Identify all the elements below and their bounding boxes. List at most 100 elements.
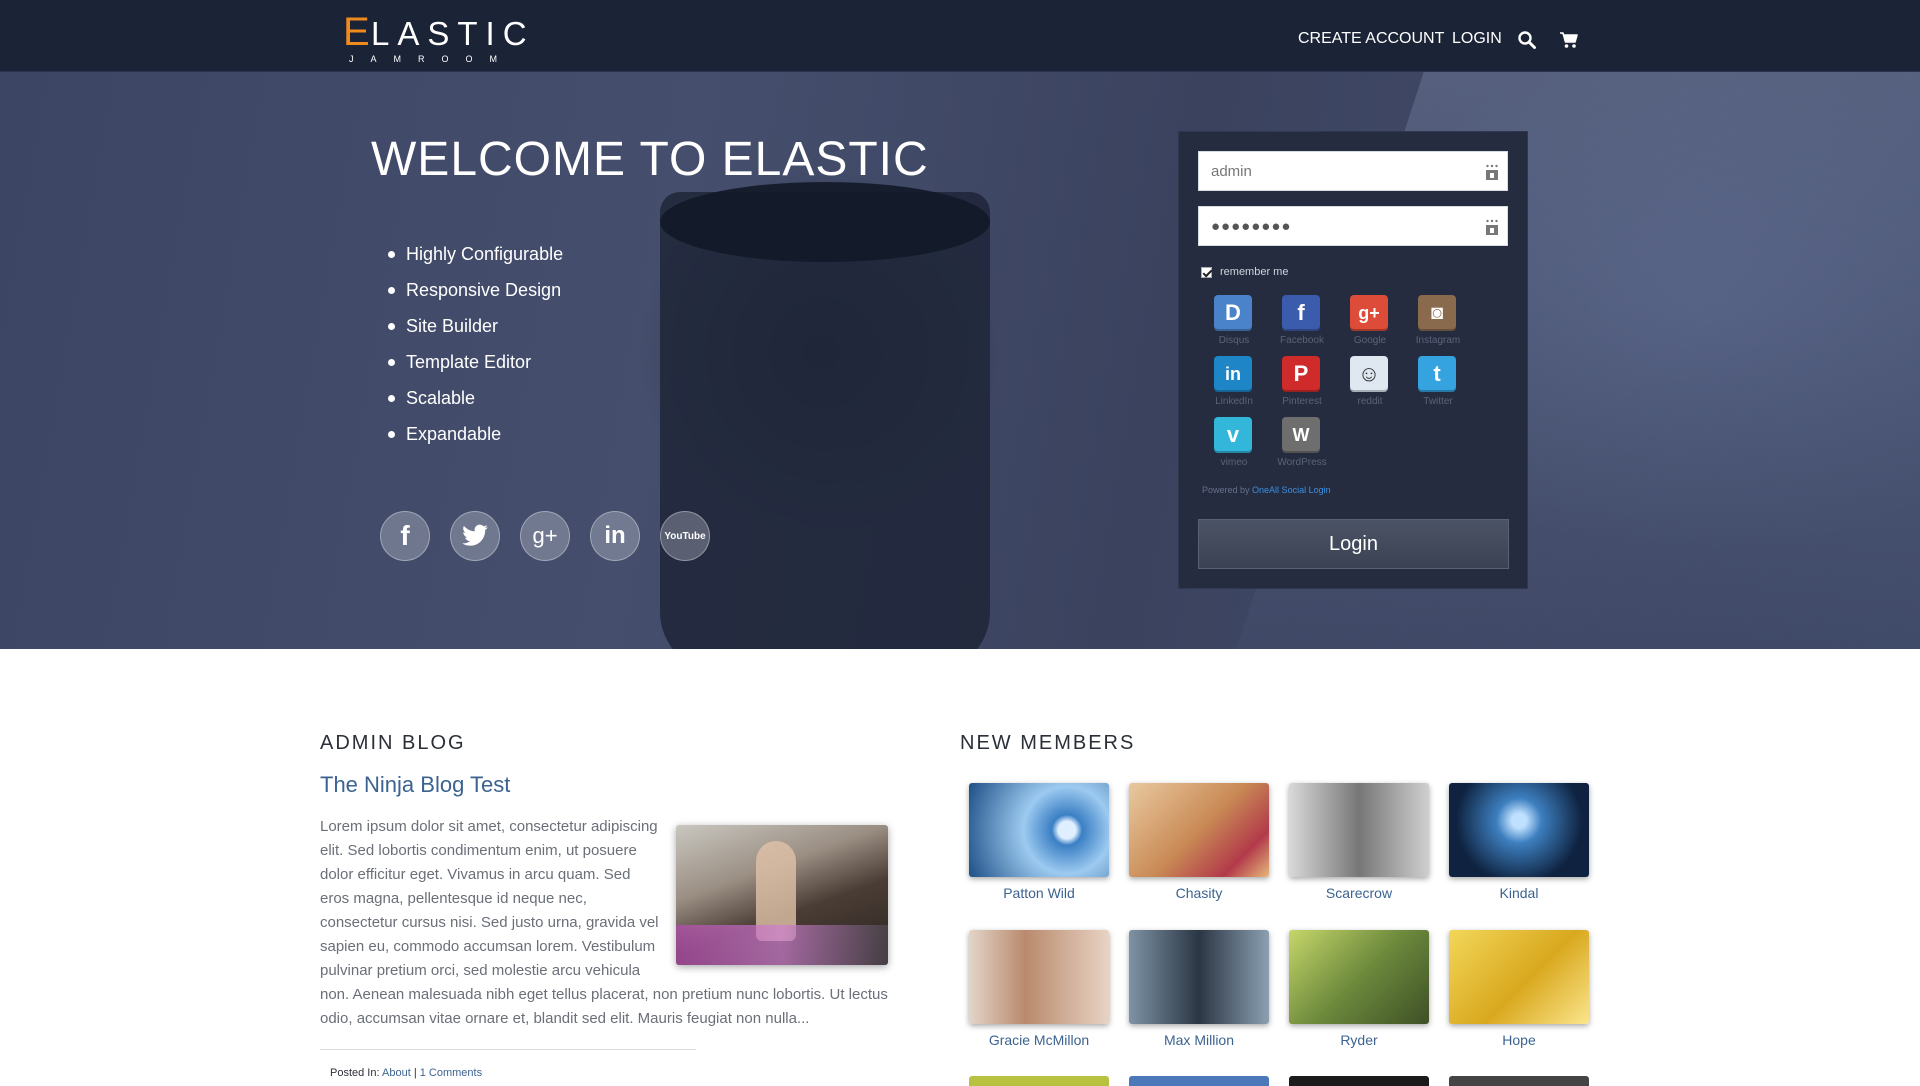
member-avatar-partial[interactable]	[969, 1076, 1109, 1086]
member-avatar	[1129, 783, 1269, 877]
logo-letter: E	[343, 10, 370, 54]
member-name: Patton Wild	[1003, 885, 1075, 901]
provider-label: Facebook	[1280, 335, 1324, 346]
linkedin-icon: in	[1214, 356, 1252, 392]
provider-label: vimeo	[1220, 457, 1248, 468]
password-field-wrapper	[1198, 206, 1508, 246]
blog-post-image[interactable]	[676, 825, 888, 965]
password-input[interactable]	[1199, 207, 1507, 245]
member-avatar-partial[interactable]	[1289, 1076, 1429, 1086]
pinterest-login-button[interactable]: P Pinterest	[1267, 356, 1337, 416]
blog-post-title-link[interactable]: The Ninja Blog Test	[320, 772, 510, 798]
instagram-login-button[interactable]: ◙ Instagram	[1403, 295, 1473, 355]
feature-item: Expandable	[388, 416, 563, 452]
youtube-icon[interactable]: YouTube	[660, 511, 710, 561]
facebook-icon: f	[1282, 295, 1320, 331]
member-avatar	[1289, 783, 1429, 877]
member-avatar-partial[interactable]	[1129, 1076, 1269, 1086]
member-name: Gracie McMillon	[988, 1032, 1090, 1048]
member-name: Max Million	[1163, 1032, 1234, 1048]
powered-by-text: Powered by OneAll Social Login	[1202, 485, 1331, 495]
feature-list: Highly Configurable Responsive Design Si…	[388, 236, 563, 452]
member-card[interactable]: Gracie McMillon	[966, 927, 1110, 1048]
reddit-login-button[interactable]: ☺ reddit	[1335, 356, 1405, 416]
member-avatar	[1449, 783, 1589, 877]
member-card[interactable]: Scarecrow	[1286, 780, 1430, 901]
search-icon[interactable]	[1517, 30, 1537, 50]
member-card[interactable]: Kindal	[1446, 780, 1590, 901]
blog-post-excerpt: Lorem ipsum dolor sit amet, consectetur …	[320, 815, 888, 1031]
meta-separator: |	[413, 1067, 417, 1079]
disqus-icon: D	[1214, 295, 1252, 331]
provider-label: Pinterest	[1282, 396, 1322, 407]
remember-me-label: remember me	[1220, 266, 1289, 278]
create-account-link[interactable]: CREATE ACCOUNT	[1298, 30, 1444, 48]
provider-label: WordPress	[1277, 457, 1327, 468]
username-field-wrapper	[1198, 151, 1508, 191]
post-separator	[320, 1049, 696, 1050]
powered-by-prefix: Powered by	[1202, 485, 1250, 495]
provider-label: Twitter	[1423, 396, 1453, 407]
member-name: Scarecrow	[1325, 885, 1393, 901]
member-card[interactable]: Patton Wild	[966, 780, 1110, 901]
comments-link[interactable]: 1 Comments	[420, 1067, 482, 1079]
remember-me-checkbox[interactable]	[1201, 266, 1212, 278]
login-button[interactable]: Login	[1198, 519, 1509, 569]
provider-label: Disqus	[1218, 335, 1250, 346]
posted-in-label: Posted In:	[330, 1067, 380, 1079]
image-bar-counter	[676, 925, 888, 965]
reddit-icon: ☺	[1350, 356, 1388, 392]
oneall-link[interactable]: OneAll Social Login	[1252, 485, 1331, 495]
twitter-icon[interactable]	[450, 511, 500, 561]
twitter-login-button[interactable]: t Twitter	[1403, 356, 1473, 416]
disqus-login-button[interactable]: D Disqus	[1199, 295, 1269, 355]
google-login-button[interactable]: g+ Google	[1335, 295, 1405, 355]
top-navigation-bar: E LASTIC JAMROOM CREATE ACCOUNT LOGIN	[0, 0, 1920, 72]
member-card[interactable]: Ryder	[1286, 927, 1430, 1048]
site-logo[interactable]: E LASTIC JAMROOM	[343, 10, 527, 64]
google-plus-icon[interactable]: g+	[520, 511, 570, 561]
provider-label: Instagram	[1415, 335, 1461, 346]
post-meta: Posted In: About | 1 Comments	[330, 1067, 482, 1079]
feature-item: Responsive Design	[388, 272, 563, 308]
facebook-icon[interactable]: f	[380, 511, 430, 561]
social-links: f g+ in YouTube	[380, 511, 730, 561]
password-manager-icon[interactable]	[1485, 164, 1499, 180]
pinterest-icon: P	[1282, 356, 1320, 392]
member-avatar	[969, 783, 1109, 877]
member-avatar	[1449, 930, 1589, 1024]
instagram-icon: ◙	[1418, 295, 1456, 331]
login-link[interactable]: LOGIN	[1452, 30, 1502, 48]
posted-in-category-link[interactable]: About	[382, 1067, 411, 1079]
wordpress-login-button[interactable]: W WordPress	[1267, 417, 1337, 477]
password-manager-icon[interactable]	[1485, 219, 1499, 235]
username-input[interactable]	[1199, 152, 1507, 190]
hero-title: WELCOME TO ELASTIC	[371, 133, 929, 186]
feature-item: Highly Configurable	[388, 236, 563, 272]
member-avatar	[1289, 930, 1429, 1024]
linkedin-login-button[interactable]: in LinkedIn	[1199, 356, 1269, 416]
logo-subtitle: JAMROOM	[349, 54, 514, 64]
vimeo-icon: v	[1214, 417, 1252, 453]
feature-item: Site Builder	[388, 308, 563, 344]
provider-label: LinkedIn	[1215, 396, 1253, 407]
vimeo-login-button[interactable]: v vimeo	[1199, 417, 1269, 477]
twitter-icon: t	[1418, 356, 1456, 392]
wordpress-icon: W	[1282, 417, 1320, 453]
member-avatar	[1129, 930, 1269, 1024]
member-card[interactable]: Hope	[1446, 927, 1590, 1048]
member-avatar	[969, 930, 1109, 1024]
member-card[interactable]: Chasity	[1126, 780, 1270, 901]
member-name: Ryder	[1340, 1032, 1378, 1048]
linkedin-icon[interactable]: in	[590, 511, 640, 561]
feature-item: Scalable	[388, 380, 563, 416]
member-name: Hope	[1502, 1032, 1536, 1048]
member-avatar-partial[interactable]	[1449, 1076, 1589, 1086]
cart-icon[interactable]	[1559, 30, 1579, 50]
admin-blog-heading: ADMIN BLOG	[320, 732, 466, 754]
google-icon: g+	[1350, 295, 1388, 331]
member-name: Kindal	[1499, 885, 1539, 901]
facebook-login-button[interactable]: f Facebook	[1267, 295, 1337, 355]
logo-text: LASTIC	[371, 15, 535, 52]
member-card[interactable]: Max Million	[1126, 927, 1270, 1048]
